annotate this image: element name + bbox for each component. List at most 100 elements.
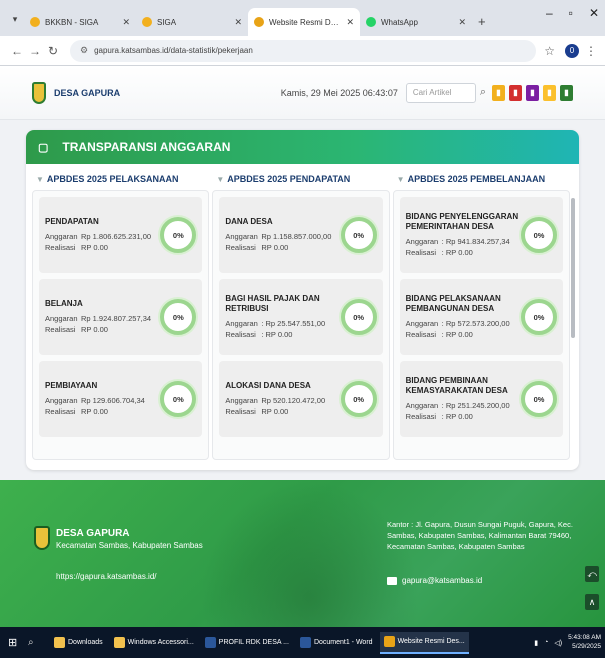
system-tray: ▮ ◔ ◁) 5:43:08 AM 5/29/2025 <box>534 634 605 651</box>
site-header: DESA GAPURA Kamis, 29 Mei 2025 06:43:07 … <box>0 66 605 120</box>
browser-menu-icon[interactable]: ⋮ <box>585 44 597 58</box>
anggaran-value: : Rp 941.834.257,34 <box>441 236 510 246</box>
budget-card[interactable]: BELANJA Anggaran Rp 1.924.807.257,34 Realis… <box>39 279 203 355</box>
progress-ring: 0% <box>160 217 197 253</box>
taskbar-app-icon <box>204 637 216 648</box>
network-icon[interactable]: ▮ <box>534 639 538 647</box>
taskbar-item[interactable]: Document1 - Word <box>296 632 377 654</box>
scroll-top-icon[interactable]: ∧ <box>585 594 599 610</box>
windows-taskbar: ⊞ ⌕ Downloads Windows Accessori... PROFIL … <box>0 627 605 658</box>
column-title-text: APBDES 2025 PENDAPATAN <box>227 174 351 184</box>
collapse-triangle-icon: ▼ <box>216 174 225 184</box>
taskbar-search-icon[interactable]: ⌕ <box>28 637 50 648</box>
windows-start-icon[interactable]: ⊞ <box>8 636 28 649</box>
budget-card-title: BAGI HASIL PAJAK DAN RETRIBUSI <box>225 293 320 313</box>
taskbar-item-label: Windows Accessori... <box>127 639 194 646</box>
tab-title: BKKBN - SIGA <box>45 17 99 27</box>
maximize-icon[interactable]: ▫ <box>569 6 573 20</box>
bookmark-star-icon[interactable]: ☆ <box>544 44 555 58</box>
tab-close-icon[interactable]: ✕ <box>234 17 242 28</box>
browser-tab[interactable]: WhatsApp ✕ <box>360 8 472 36</box>
budget-card[interactable]: BIDANG PENYELENGGARAN PEMERINTAHAN DESA A… <box>399 197 563 273</box>
column-title[interactable]: ▼ APBDES 2025 PENDAPATAN <box>212 164 389 190</box>
forward-icon[interactable]: → <box>26 44 44 58</box>
budget-card[interactable]: BIDANG PEMBINAAN KEMASYARAKATAN DESA Angg… <box>399 361 563 437</box>
realisasi-label: Realisasi <box>225 242 256 252</box>
new-tab-button[interactable]: + <box>478 14 486 29</box>
search-icon[interactable]: ⌕ <box>480 86 486 99</box>
budget-card-text: BAGI HASIL PAJAK DAN RETRIBUSI Anggaran: … <box>225 294 340 341</box>
column-scrollbar[interactable] <box>571 198 575 338</box>
budget-card-title: PEMBIAYAAN <box>45 380 98 390</box>
header-shortcut-icon[interactable]: ▮ <box>509 84 522 101</box>
clock-date: 5/29/2025 <box>572 642 601 650</box>
column-title-text: APBDES 2025 PELAKSANAAN <box>46 174 179 184</box>
site-info-icon[interactable]: ⚙ <box>80 45 88 56</box>
minimize-icon[interactable]: – <box>546 6 553 20</box>
tab-close-icon[interactable]: ✕ <box>346 17 354 28</box>
anggaran-row: Anggaran: Rp 25.547.551,00 <box>225 319 340 330</box>
header-shortcut-icon[interactable]: ▮ <box>526 84 539 101</box>
footer-subtitle: Kecamatan Sambas, Kabupaten Sambas <box>56 541 203 550</box>
header-shortcut-icon[interactable]: ▮ <box>543 84 556 101</box>
realisasi-value: : RP 0.00 <box>441 411 473 421</box>
profile-avatar[interactable]: 0 <box>565 43 579 58</box>
taskbar-item[interactable]: Website Resmi Des... <box>379 631 469 654</box>
close-window-icon[interactable]: ✕ <box>589 6 599 20</box>
budget-card-text: BELANJA Anggaran Rp 1.924.807.257,34 Realis… <box>45 299 160 336</box>
budget-card[interactable]: ALOKASI DANA DESA Anggaran Rp 520.120.472,… <box>219 361 383 437</box>
reload-icon[interactable]: ↻ <box>44 44 62 58</box>
realisasi-label: Realisasi <box>45 242 76 252</box>
column-title[interactable]: ▼ APBDES 2025 PEMBELANJAAN <box>393 164 570 190</box>
site-name[interactable]: DESA GAPURA <box>54 88 120 98</box>
column-title[interactable]: ▼ APBDES 2025 PELAKSANAAN <box>32 164 209 190</box>
footer-url-link[interactable]: https://gapura.katsambas.id/ <box>56 572 157 581</box>
budget-card[interactable]: PENDAPATAN Anggaran Rp 1.806.625.231,00 Rea… <box>39 197 203 273</box>
wifi-icon[interactable]: ◔ <box>544 639 548 646</box>
header-shortcut-icon[interactable]: ▮ <box>560 84 573 101</box>
budget-columns: ▼ APBDES 2025 PELAKSANAAN PENDAPATAN Anggar… <box>26 164 579 460</box>
budget-card[interactable]: DANA DESA Anggaran Rp 1.158.857.000,00 Real… <box>219 197 383 273</box>
realisasi-row: Realisasi: RP 0.00 <box>225 330 340 341</box>
budget-column: ▼ APBDES 2025 PELAKSANAAN PENDAPATAN Anggar… <box>32 164 210 460</box>
footer-email[interactable]: gapura@katsambas.id <box>387 576 482 585</box>
budget-card[interactable]: BIDANG PELAKSANAAN PEMBANGUNAN DESA Angga… <box>399 279 563 355</box>
article-search-input[interactable]: Cari Artikel <box>405 82 476 103</box>
taskbar-item-label: Website Resmi Des... <box>397 638 465 645</box>
tab-search-chevron-icon[interactable]: ▾ <box>6 6 24 32</box>
taskbar-item[interactable]: PROFIL RDK DESA ... <box>201 632 293 654</box>
footer-address: Kantor : Jl. Gapura, Dusun Sungai Puguk,… <box>387 520 573 551</box>
taskbar-clock[interactable]: 5:43:08 AM 5/29/2025 <box>568 634 601 651</box>
refresh-float-icon[interactable]: ⤺ <box>585 566 599 582</box>
volume-icon[interactable]: ◁) <box>554 639 562 647</box>
anggaran-value: Rp 1.924.807.257,34 <box>81 313 152 323</box>
budget-card-text: BIDANG PEMBINAAN KEMASYARAKATAN DESA Angg… <box>406 376 521 423</box>
taskbar-item[interactable]: Downloads <box>50 632 107 654</box>
budget-card[interactable]: PEMBIAYAAN Anggaran Rp 129.606.704,34 Reali… <box>39 361 203 437</box>
browser-tab[interactable]: SIGA ✕ <box>136 8 248 36</box>
header-quick-icons: ▮ ▮ ▮ ▮ ▮ <box>492 84 573 101</box>
anggaran-value: Rp 129.606.704,34 <box>81 395 145 405</box>
browser-tab[interactable]: BKKBN - SIGA ✕ <box>24 8 136 36</box>
progress-ring: 0% <box>520 299 557 335</box>
realisasi-value: RP 0.00 <box>81 242 108 252</box>
back-icon[interactable]: ← <box>8 44 26 58</box>
url-field[interactable]: ⚙ gapura.katsambas.id/data-statistik/pek… <box>70 39 537 62</box>
budget-card[interactable]: BAGI HASIL PAJAK DAN RETRIBUSI Anggaran: … <box>219 279 383 355</box>
realisasi-label: Realisasi <box>405 411 437 421</box>
tab-close-icon[interactable]: ✕ <box>458 17 466 28</box>
anggaran-label: Anggaran <box>225 231 258 241</box>
header-shortcut-icon[interactable]: ▮ <box>492 84 505 101</box>
realisasi-label: Realisasi <box>405 247 437 257</box>
realisasi-row: Realisasi: RP 0.00 <box>406 330 521 341</box>
progress-ring: 0% <box>520 217 557 253</box>
village-logo-icon[interactable] <box>32 81 46 104</box>
column-body: PENDAPATAN Anggaran Rp 1.806.625.231,00 Rea… <box>32 190 210 460</box>
tab-close-icon[interactable]: ✕ <box>122 17 130 28</box>
taskbar-item[interactable]: Windows Accessori... <box>110 632 198 654</box>
anggaran-label: Anggaran <box>225 395 258 405</box>
browser-tab[interactable]: Website Resmi Desa Gapura Kec✕ <box>248 8 360 36</box>
realisasi-label: Realisasi <box>45 324 76 334</box>
budget-card-text: PENDAPATAN Anggaran Rp 1.806.625.231,00 Rea… <box>45 217 160 254</box>
site-footer: DESA GAPURA Kecamatan Sambas, Kabupaten … <box>0 480 605 627</box>
